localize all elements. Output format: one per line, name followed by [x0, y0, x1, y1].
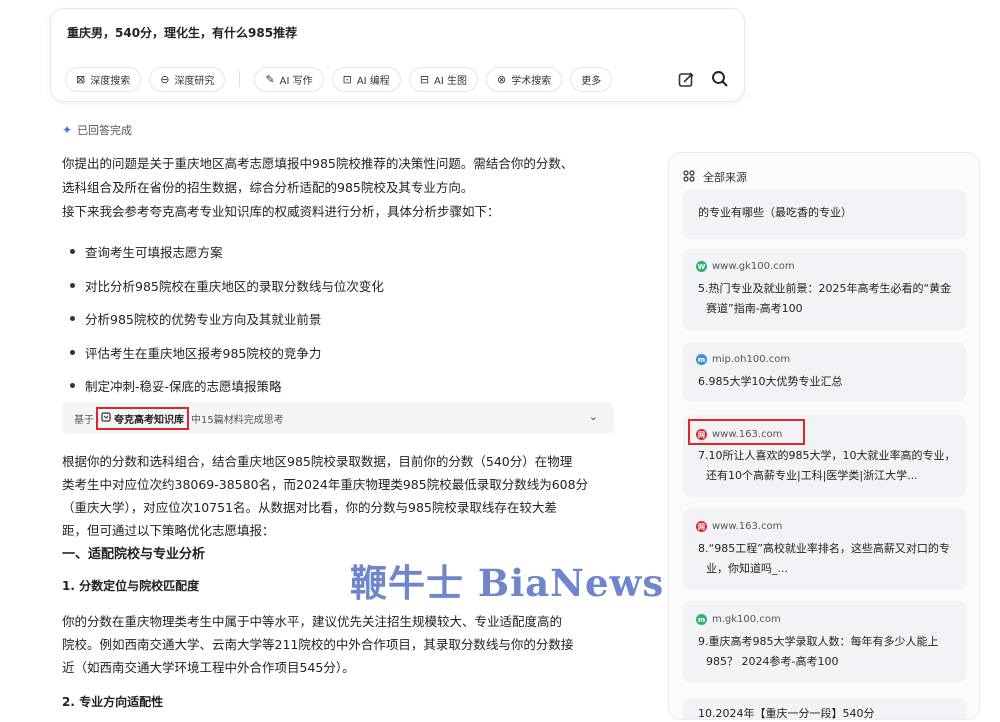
edit-icon[interactable] [676, 69, 696, 89]
answer-status: ✦ 已回答完成 [62, 122, 132, 138]
deep-research-icon: ⊖ [160, 73, 170, 86]
deep-search-label: 深度搜索 [90, 76, 131, 87]
ai-write-button[interactable]: ✎ AI 写作 [254, 67, 324, 92]
bullet-icon [70, 316, 75, 322]
chevron-down-icon[interactable]: ⌄ [589, 410, 598, 423]
watermark: 鞭牛士 BiaNews [350, 561, 665, 605]
source-card[interactable]: W www.gk100.com 5.热门专业及就业前景：2025年高考生必看的“… [683, 249, 966, 331]
list-item: 分析985院校的优势专业方向及其就业前景 [70, 302, 610, 336]
source-card[interactable]: 网 www.163.com 8.“985工程”高校就业率排名，这些高薪又对口的专… [683, 508, 966, 590]
source-domain: 网 www.163.com [696, 521, 782, 532]
source-domain: m m.gk100.com [696, 614, 781, 625]
deep-research-button[interactable]: ⊖ 深度研究 [149, 67, 226, 92]
analysis-line: 距，但可通过以下策略优化志愿填报： [62, 523, 275, 538]
list-item: 对比分析985院校在重庆地区的录取分数线与位次变化 [70, 269, 610, 303]
basis-suffix: 中15篇材料完成思考 [191, 414, 284, 426]
bullet-icon [70, 282, 75, 288]
query-panel: 重庆男，540分，理化生，有什么985推荐 ⊠ 深度搜索 ⊖ 深度研究 ✎ AI… [50, 8, 745, 102]
query-actions [676, 69, 730, 89]
ai-code-button[interactable]: ⊡ AI 编程 [331, 67, 401, 92]
source-title: 6.985大学10大优势专业汇总 [698, 375, 843, 388]
source-card[interactable]: 10.2024年【重庆一分一段】540分 [683, 698, 966, 720]
more-label: 更多 [581, 76, 602, 87]
bullet-icon [70, 383, 75, 389]
domain-highlight-box [688, 419, 805, 445]
subsection-heading: 2. 专业方向适配性 [62, 695, 164, 709]
favicon-icon: m [696, 614, 707, 625]
step-text: 评估考生在重庆地区报考985院校的竞争力 [85, 345, 322, 361]
analysis-steps: 查询考生可填报志愿方案 对比分析985院校在重庆地区的录取分数线与位次变化 分析… [70, 235, 610, 403]
source-title: 10.2024年【重庆一分一段】540分 [698, 707, 875, 720]
image-icon: ⊟ [419, 73, 430, 86]
source-title: 9.重庆高考985大学录取人数：每年有多少人能上985？ 2024参考-高考10… [698, 635, 939, 668]
academic-search-label: 学术搜索 [511, 76, 552, 87]
source-title: 的专业有哪些（最吃香的专业） [698, 206, 852, 219]
list-item: 制定冲刺-稳妥-保底的志愿填报策略 [70, 369, 610, 403]
deep-research-label: 深度研究 [174, 76, 215, 87]
source-title: 7.10所让人喜欢的985大学，10大就业率高的专业，还有10个高薪专业|工科|… [698, 449, 956, 482]
analysis-line: 类考生中对应位次约38069-38580名，而2024年重庆物理类985院校最低… [62, 477, 589, 492]
sources-header-label: 全部来源 [703, 171, 747, 184]
paragraph-line: 近（如西南交通大学环境工程中外合作项目545分）。 [62, 660, 355, 675]
ai-code-label: AI 编程 [356, 76, 390, 87]
bullet-icon [70, 349, 75, 355]
step-text: 查询考生可填报志愿方案 [85, 245, 223, 261]
analysis-paragraph: 根据你的分数和选科组合，结合重庆地区985院校录取数据，目前你的分数（540分）… [62, 450, 617, 542]
book-icon [101, 411, 111, 425]
list-item: 评估考生在重庆地区报考985院校的竞争力 [70, 336, 610, 370]
deep-search-button[interactable]: ⊠ 深度搜索 [65, 67, 142, 92]
knowledge-base-name: 夸克高考知识库 [114, 414, 184, 426]
paragraph-line: 院校。例如西南交通大学、云南大学等211院校的中外合作项目，其录取分数线与你的分… [62, 637, 574, 652]
source-title: 8.“985工程”高校就业率排名，这些高薪又对口的专业，你知道吗_... [698, 542, 950, 575]
favicon-icon: 网 [696, 521, 707, 532]
ai-image-button[interactable]: ⊟ AI 生图 [408, 67, 478, 92]
academic-search-button[interactable]: ⊗ 学术搜索 [486, 67, 563, 92]
answer-status-label: 已回答完成 [77, 124, 133, 137]
step-text: 对比分析985院校在重庆地区的录取分数线与位次变化 [85, 278, 384, 294]
code-icon: ⊡ [342, 73, 352, 86]
source-title: 5.热门专业及就业前景：2025年高考生必看的“黄金赛道”指南-高考100 [698, 282, 952, 315]
academic-icon: ⊗ [497, 73, 507, 86]
reference-basis-bar[interactable]: 基于 夸克高考知识库 中15篇材料完成思考 ⌄ [62, 402, 614, 434]
favicon-icon: W [696, 261, 707, 272]
pen-icon: ✎ [265, 73, 275, 86]
source-domain-text: mip.oh100.com [712, 354, 791, 365]
knowledge-base-tag[interactable]: 夸克高考知识库 [96, 406, 189, 430]
ai-image-label: AI 生图 [434, 76, 467, 87]
source-domain-text: www.gk100.com [712, 261, 795, 272]
analysis-line: 根据你的分数和选科组合，结合重庆地区985院校录取数据，目前你的分数（540分）… [62, 454, 573, 469]
list-item: 查询考生可填报志愿方案 [70, 235, 610, 269]
section-heading: 一、适配院校与专业分析 [62, 547, 206, 562]
sources-header: 全部来源 [683, 169, 747, 185]
matching-paragraph: 你的分数在重庆物理类考生中属于中等水平，建议优先关注招生规模较大、专业适配度高的… [62, 610, 617, 679]
source-domain-text: www.163.com [712, 521, 783, 532]
source-card[interactable]: m mip.oh100.com 6.985大学10大优势专业汇总 [683, 342, 966, 402]
query-text[interactable]: 重庆男，540分，理化生，有什么985推荐 [67, 24, 297, 41]
favicon-icon: m [696, 354, 707, 365]
source-card[interactable]: m m.gk100.com 9.重庆高考985大学录取人数：每年有多少人能上98… [683, 601, 966, 683]
source-card[interactable]: 的专业有哪些（最吃香的专业） [683, 189, 966, 239]
source-domain: W www.gk100.com [696, 261, 795, 272]
source-domain: m mip.oh100.com [696, 354, 790, 365]
sparkle-icon: ✦ [62, 123, 73, 137]
step-text: 制定冲刺-稳妥-保底的志愿填报策略 [85, 379, 282, 395]
ai-write-label: AI 写作 [279, 76, 313, 87]
analysis-line: （重庆大学），对应位次10751名。从数据对比看，你的分数与985院校录取线存在… [62, 500, 557, 515]
intro-paragraph: 你提出的问题是关于重庆地区高考志愿填报中985院校推荐的决策性问题。需结合你的分… [62, 152, 622, 224]
tool-divider [239, 71, 241, 87]
tool-row: ⊠ 深度搜索 ⊖ 深度研究 ✎ AI 写作 ⊡ AI 编程 ⊟ AI 生图 ⊗ … [65, 67, 613, 92]
intro-line: 接下来我会参考夸克高考专业知识库的权威资料进行分析，具体分析步骤如下： [62, 204, 500, 219]
basis-prefix: 基于 [74, 414, 94, 426]
subsection-heading: 1. 分数定位与院校匹配度 [62, 579, 200, 593]
more-button[interactable]: 更多 [570, 67, 613, 92]
step-text: 分析985院校的优势专业方向及其就业前景 [85, 312, 322, 328]
paragraph-line: 你的分数在重庆物理类考生中属于中等水平，建议优先关注招生规模较大、专业适配度高的 [62, 614, 563, 629]
deep-search-icon: ⊠ [76, 73, 86, 86]
intro-line: 选科组合及所在省份的招生数据，综合分析适配的985院校及其专业方向。 [62, 180, 474, 195]
search-icon[interactable] [710, 69, 730, 89]
sources-icon [683, 169, 695, 185]
source-domain-text: m.gk100.com [712, 614, 781, 625]
bullet-icon [70, 249, 75, 255]
intro-line: 你提出的问题是关于重庆地区高考志愿填报中985院校推荐的决策性问题。需结合你的分… [62, 156, 574, 171]
